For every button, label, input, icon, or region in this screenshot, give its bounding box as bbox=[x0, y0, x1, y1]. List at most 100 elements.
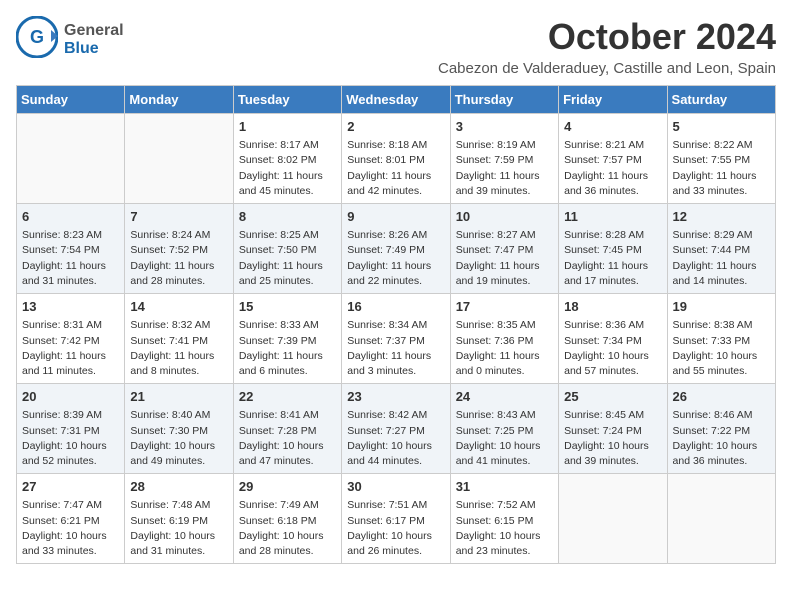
calendar-cell bbox=[125, 114, 233, 204]
calendar-cell: 3 Sunrise: 8:19 AM Sunset: 7:59 PM Daylig… bbox=[450, 114, 558, 204]
calendar-cell: 18 Sunrise: 8:36 AM Sunset: 7:34 PM Dayli… bbox=[559, 294, 667, 384]
calendar-cell bbox=[17, 114, 125, 204]
day-info: Sunrise: 7:51 AM Sunset: 6:17 PM Dayligh… bbox=[347, 498, 444, 559]
day-info: Sunrise: 8:41 AM Sunset: 7:28 PM Dayligh… bbox=[239, 408, 336, 469]
day-info: Sunrise: 8:35 AM Sunset: 7:36 PM Dayligh… bbox=[456, 318, 553, 379]
day-header-saturday: Saturday bbox=[667, 86, 775, 114]
day-number: 10 bbox=[456, 208, 553, 226]
calendar-cell: 16 Sunrise: 8:34 AM Sunset: 7:37 PM Dayli… bbox=[342, 294, 450, 384]
day-number: 16 bbox=[347, 298, 444, 316]
day-info: Sunrise: 8:46 AM Sunset: 7:22 PM Dayligh… bbox=[673, 408, 770, 469]
day-info: Sunrise: 8:23 AM Sunset: 7:54 PM Dayligh… bbox=[22, 228, 119, 289]
page-subtitle: Cabezon de Valderaduey, Castille and Leo… bbox=[438, 60, 776, 77]
page-title: October 2024 bbox=[438, 16, 776, 58]
day-info: Sunrise: 8:27 AM Sunset: 7:47 PM Dayligh… bbox=[456, 228, 553, 289]
day-info: Sunrise: 8:26 AM Sunset: 7:49 PM Dayligh… bbox=[347, 228, 444, 289]
day-info: Sunrise: 8:34 AM Sunset: 7:37 PM Dayligh… bbox=[347, 318, 444, 379]
day-info: Sunrise: 8:22 AM Sunset: 7:55 PM Dayligh… bbox=[673, 138, 770, 199]
day-number: 22 bbox=[239, 388, 336, 406]
day-info: Sunrise: 8:19 AM Sunset: 7:59 PM Dayligh… bbox=[456, 138, 553, 199]
calendar-cell: 11 Sunrise: 8:28 AM Sunset: 7:45 PM Dayli… bbox=[559, 204, 667, 294]
header-row: SundayMondayTuesdayWednesdayThursdayFrid… bbox=[17, 86, 776, 114]
day-header-friday: Friday bbox=[559, 86, 667, 114]
day-number: 14 bbox=[130, 298, 227, 316]
calendar-cell: 13 Sunrise: 8:31 AM Sunset: 7:42 PM Dayli… bbox=[17, 294, 125, 384]
calendar-cell: 31Sunrise: 7:52 AM Sunset: 6:15 PM Dayli… bbox=[450, 474, 558, 564]
day-number: 7 bbox=[130, 208, 227, 226]
day-number: 15 bbox=[239, 298, 336, 316]
day-info: Sunrise: 8:32 AM Sunset: 7:41 PM Dayligh… bbox=[130, 318, 227, 379]
day-number: 1 bbox=[239, 118, 336, 136]
calendar-cell: 17 Sunrise: 8:35 AM Sunset: 7:36 PM Dayli… bbox=[450, 294, 558, 384]
calendar-cell: 21 Sunrise: 8:40 AM Sunset: 7:30 PM Dayli… bbox=[125, 384, 233, 474]
calendar-cell: 30 Sunrise: 7:51 AM Sunset: 6:17 PM Dayli… bbox=[342, 474, 450, 564]
calendar-cell: 10 Sunrise: 8:27 AM Sunset: 7:47 PM Dayli… bbox=[450, 204, 558, 294]
day-number: 26 bbox=[673, 388, 770, 406]
day-number: 30 bbox=[347, 478, 444, 496]
day-header-tuesday: Tuesday bbox=[233, 86, 341, 114]
calendar-table: SundayMondayTuesdayWednesdayThursdayFrid… bbox=[16, 85, 776, 564]
title-area: October 2024 Cabezon de Valderaduey, Cas… bbox=[438, 16, 776, 77]
day-number: 21 bbox=[130, 388, 227, 406]
logo-blue: Blue bbox=[64, 40, 124, 58]
day-info: Sunrise: 7:49 AM Sunset: 6:18 PM Dayligh… bbox=[239, 498, 336, 559]
calendar-cell: 27Sunrise: 7:47 AM Sunset: 6:21 PM Dayli… bbox=[17, 474, 125, 564]
calendar-cell: 5Sunrise: 8:22 AM Sunset: 7:55 PM Daylig… bbox=[667, 114, 775, 204]
day-info: Sunrise: 8:31 AM Sunset: 7:42 PM Dayligh… bbox=[22, 318, 119, 379]
calendar-cell: 2Sunrise: 8:18 AM Sunset: 8:01 PM Daylig… bbox=[342, 114, 450, 204]
day-info: Sunrise: 8:38 AM Sunset: 7:33 PM Dayligh… bbox=[673, 318, 770, 379]
logo: G General Blue bbox=[16, 16, 124, 63]
calendar-cell: 7 Sunrise: 8:24 AM Sunset: 7:52 PM Daylig… bbox=[125, 204, 233, 294]
day-number: 25 bbox=[564, 388, 661, 406]
day-info: Sunrise: 8:39 AM Sunset: 7:31 PM Dayligh… bbox=[22, 408, 119, 469]
day-info: Sunrise: 8:42 AM Sunset: 7:27 PM Dayligh… bbox=[347, 408, 444, 469]
calendar-cell bbox=[559, 474, 667, 564]
day-number: 28 bbox=[130, 478, 227, 496]
day-number: 23 bbox=[347, 388, 444, 406]
day-header-sunday: Sunday bbox=[17, 86, 125, 114]
day-number: 29 bbox=[239, 478, 336, 496]
calendar-cell: 19Sunrise: 8:38 AM Sunset: 7:33 PM Dayli… bbox=[667, 294, 775, 384]
calendar-cell: 20 Sunrise: 8:39 AM Sunset: 7:31 PM Dayli… bbox=[17, 384, 125, 474]
day-number: 13 bbox=[22, 298, 119, 316]
week-row-1: 1 Sunrise: 8:17 AM Sunset: 8:02 PM Daylig… bbox=[17, 114, 776, 204]
day-info: Sunrise: 8:28 AM Sunset: 7:45 PM Dayligh… bbox=[564, 228, 661, 289]
calendar-cell: 1 Sunrise: 8:17 AM Sunset: 8:02 PM Daylig… bbox=[233, 114, 341, 204]
page-header: G General Blue October 2024 Cabezon de V… bbox=[16, 16, 776, 77]
day-info: Sunrise: 8:40 AM Sunset: 7:30 PM Dayligh… bbox=[130, 408, 227, 469]
logo-general: General bbox=[64, 22, 124, 40]
calendar-cell: 26 Sunrise: 8:46 AM Sunset: 7:22 PM Dayli… bbox=[667, 384, 775, 474]
calendar-cell: 28 Sunrise: 7:48 AM Sunset: 6:19 PM Dayli… bbox=[125, 474, 233, 564]
day-info: Sunrise: 8:18 AM Sunset: 8:01 PM Dayligh… bbox=[347, 138, 444, 199]
day-info: Sunrise: 8:29 AM Sunset: 7:44 PM Dayligh… bbox=[673, 228, 770, 289]
calendar-cell: 9Sunrise: 8:26 AM Sunset: 7:49 PM Daylig… bbox=[342, 204, 450, 294]
day-info: Sunrise: 8:21 AM Sunset: 7:57 PM Dayligh… bbox=[564, 138, 661, 199]
day-number: 17 bbox=[456, 298, 553, 316]
calendar-cell: 6 Sunrise: 8:23 AM Sunset: 7:54 PM Daylig… bbox=[17, 204, 125, 294]
day-number: 24 bbox=[456, 388, 553, 406]
calendar-cell: 4Sunrise: 8:21 AM Sunset: 7:57 PM Daylig… bbox=[559, 114, 667, 204]
day-header-monday: Monday bbox=[125, 86, 233, 114]
day-number: 11 bbox=[564, 208, 661, 226]
day-info: Sunrise: 7:52 AM Sunset: 6:15 PM Dayligh… bbox=[456, 498, 553, 559]
day-info: Sunrise: 7:48 AM Sunset: 6:19 PM Dayligh… bbox=[130, 498, 227, 559]
day-number: 20 bbox=[22, 388, 119, 406]
day-number: 18 bbox=[564, 298, 661, 316]
day-info: Sunrise: 8:17 AM Sunset: 8:02 PM Dayligh… bbox=[239, 138, 336, 199]
day-info: Sunrise: 8:24 AM Sunset: 7:52 PM Dayligh… bbox=[130, 228, 227, 289]
calendar-cell bbox=[667, 474, 775, 564]
calendar-cell: 12Sunrise: 8:29 AM Sunset: 7:44 PM Dayli… bbox=[667, 204, 775, 294]
calendar-cell: 25Sunrise: 8:45 AM Sunset: 7:24 PM Dayli… bbox=[559, 384, 667, 474]
day-info: Sunrise: 8:36 AM Sunset: 7:34 PM Dayligh… bbox=[564, 318, 661, 379]
day-number: 6 bbox=[22, 208, 119, 226]
day-number: 3 bbox=[456, 118, 553, 136]
calendar-cell: 29 Sunrise: 7:49 AM Sunset: 6:18 PM Dayli… bbox=[233, 474, 341, 564]
calendar-cell: 24 Sunrise: 8:43 AM Sunset: 7:25 PM Dayli… bbox=[450, 384, 558, 474]
week-row-5: 27Sunrise: 7:47 AM Sunset: 6:21 PM Dayli… bbox=[17, 474, 776, 564]
day-header-thursday: Thursday bbox=[450, 86, 558, 114]
calendar-cell: 23 Sunrise: 8:42 AM Sunset: 7:27 PM Dayli… bbox=[342, 384, 450, 474]
day-info: Sunrise: 8:43 AM Sunset: 7:25 PM Dayligh… bbox=[456, 408, 553, 469]
week-row-4: 20 Sunrise: 8:39 AM Sunset: 7:31 PM Dayli… bbox=[17, 384, 776, 474]
calendar-cell: 15Sunrise: 8:33 AM Sunset: 7:39 PM Dayli… bbox=[233, 294, 341, 384]
calendar-cell: 22 Sunrise: 8:41 AM Sunset: 7:28 PM Dayli… bbox=[233, 384, 341, 474]
